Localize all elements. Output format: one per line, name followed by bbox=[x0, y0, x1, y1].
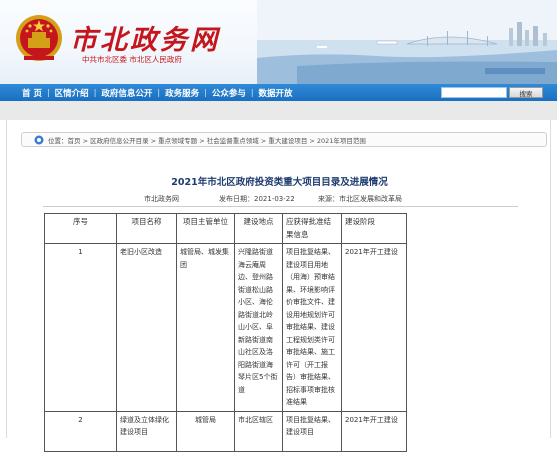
page-title: 2021年市北区政府投资类重大项目目录及进展情况 bbox=[171, 177, 388, 188]
cell-approval: 项目批复结果、建设项目用地（用海）预审结果、环境影响评价审批文件、建设用地规划许… bbox=[282, 243, 342, 412]
publish-date: 发布日期：2021-03-22 bbox=[219, 195, 295, 203]
article-origin: 来源：市北区发展和改革局 bbox=[318, 195, 402, 203]
cell-location: 市北区辖区 bbox=[234, 410, 283, 452]
table-row: 1 老旧小区改造 城管局、城发集团 兴隆路街道海云庵周边、登州路街道松山路小区、… bbox=[44, 243, 407, 412]
breadcrumb: 位置：首页 > 区政府信息公开目录 > 重点领域专题 > 社会监督重点领域 > … bbox=[21, 132, 547, 147]
header-cell-dept: 项目主管单位 bbox=[176, 213, 235, 244]
nav-district-intro[interactable]: 区情介绍 bbox=[55, 87, 89, 99]
header-cell-stage: 建设阶段 bbox=[341, 213, 407, 244]
article-source: 市北政务网 bbox=[144, 195, 179, 203]
main-nav: 首 页 | 区情介绍 | 政府信息公开 | 政务服务 | 公众参与 | 数据开放… bbox=[0, 84, 557, 101]
header-cell-name: 项目名称 bbox=[116, 213, 177, 244]
table-row: 2 绿道及立体绿化建设项目 城管局 市北区辖区 项目批复结果、建设项目 2021… bbox=[44, 410, 407, 452]
nav-separator: | bbox=[250, 88, 254, 97]
cell-dept: 城管局、城发集团 bbox=[176, 243, 235, 412]
nav-separator: | bbox=[93, 88, 97, 97]
city-skyline-image bbox=[257, 0, 557, 84]
site-subtitle: 中共市北区委 市北区人民政府 bbox=[82, 55, 182, 64]
breadcrumb-text[interactable]: 位置：首页 > 区政府信息公开目录 > 重点领域专题 > 社会监督重点领域 > … bbox=[48, 135, 366, 145]
cell-no: 1 bbox=[44, 243, 117, 412]
cell-name: 老旧小区改造 bbox=[116, 243, 177, 412]
header-cell-location: 建设地点 bbox=[234, 213, 283, 244]
nav-public-participation[interactable]: 公众参与 bbox=[212, 87, 246, 99]
nav-gov-services[interactable]: 政务服务 bbox=[165, 87, 199, 99]
cell-dept: 城管局 bbox=[176, 410, 235, 452]
project-table: 序号 项目名称 项目主管单位 建设地点 应获得批准结果信息 建设阶段 1 老旧小… bbox=[44, 213, 407, 452]
search-input[interactable] bbox=[441, 87, 507, 98]
nav-separator: | bbox=[204, 88, 207, 97]
table-header-row: 序号 项目名称 项目主管单位 建设地点 应获得批准结果信息 建设阶段 bbox=[44, 213, 407, 244]
nav-info-disclosure[interactable]: 政府信息公开 bbox=[101, 87, 152, 99]
nav-separator: | bbox=[157, 88, 161, 97]
cell-stage: 2021年开工建设 bbox=[341, 410, 407, 452]
header-cell-approval: 应获得批准结果信息 bbox=[282, 213, 342, 244]
cell-no: 2 bbox=[44, 410, 117, 452]
nav-open-data[interactable]: 数据开放 bbox=[259, 87, 293, 99]
search-button[interactable]: 搜索 bbox=[509, 87, 543, 98]
header-cell-no: 序号 bbox=[44, 213, 117, 244]
cell-name: 绿道及立体绿化建设项目 bbox=[116, 410, 177, 452]
page-background-strip bbox=[0, 101, 557, 120]
national-emblem-icon bbox=[16, 15, 62, 61]
nav-home[interactable]: 首 页 bbox=[22, 87, 42, 99]
cell-location: 兴隆路街道海云庵周边、登州路街道松山路小区、海伦路街道北岭山小区、阜新路街道南山… bbox=[234, 243, 283, 412]
cell-stage: 2021年开工建设 bbox=[341, 243, 407, 412]
header-banner: 市北政务网 中共市北区委 市北区人民政府 bbox=[0, 0, 557, 84]
nav-separator: | bbox=[46, 88, 50, 97]
location-icon bbox=[34, 135, 44, 144]
site-title: 市北政务网 bbox=[70, 25, 220, 56]
cell-approval: 项目批复结果、建设项目 bbox=[282, 410, 342, 452]
content-panel: 位置：首页 > 区政府信息公开目录 > 重点领域专题 > 社会监督重点领域 > … bbox=[6, 120, 551, 452]
divider bbox=[43, 206, 518, 207]
